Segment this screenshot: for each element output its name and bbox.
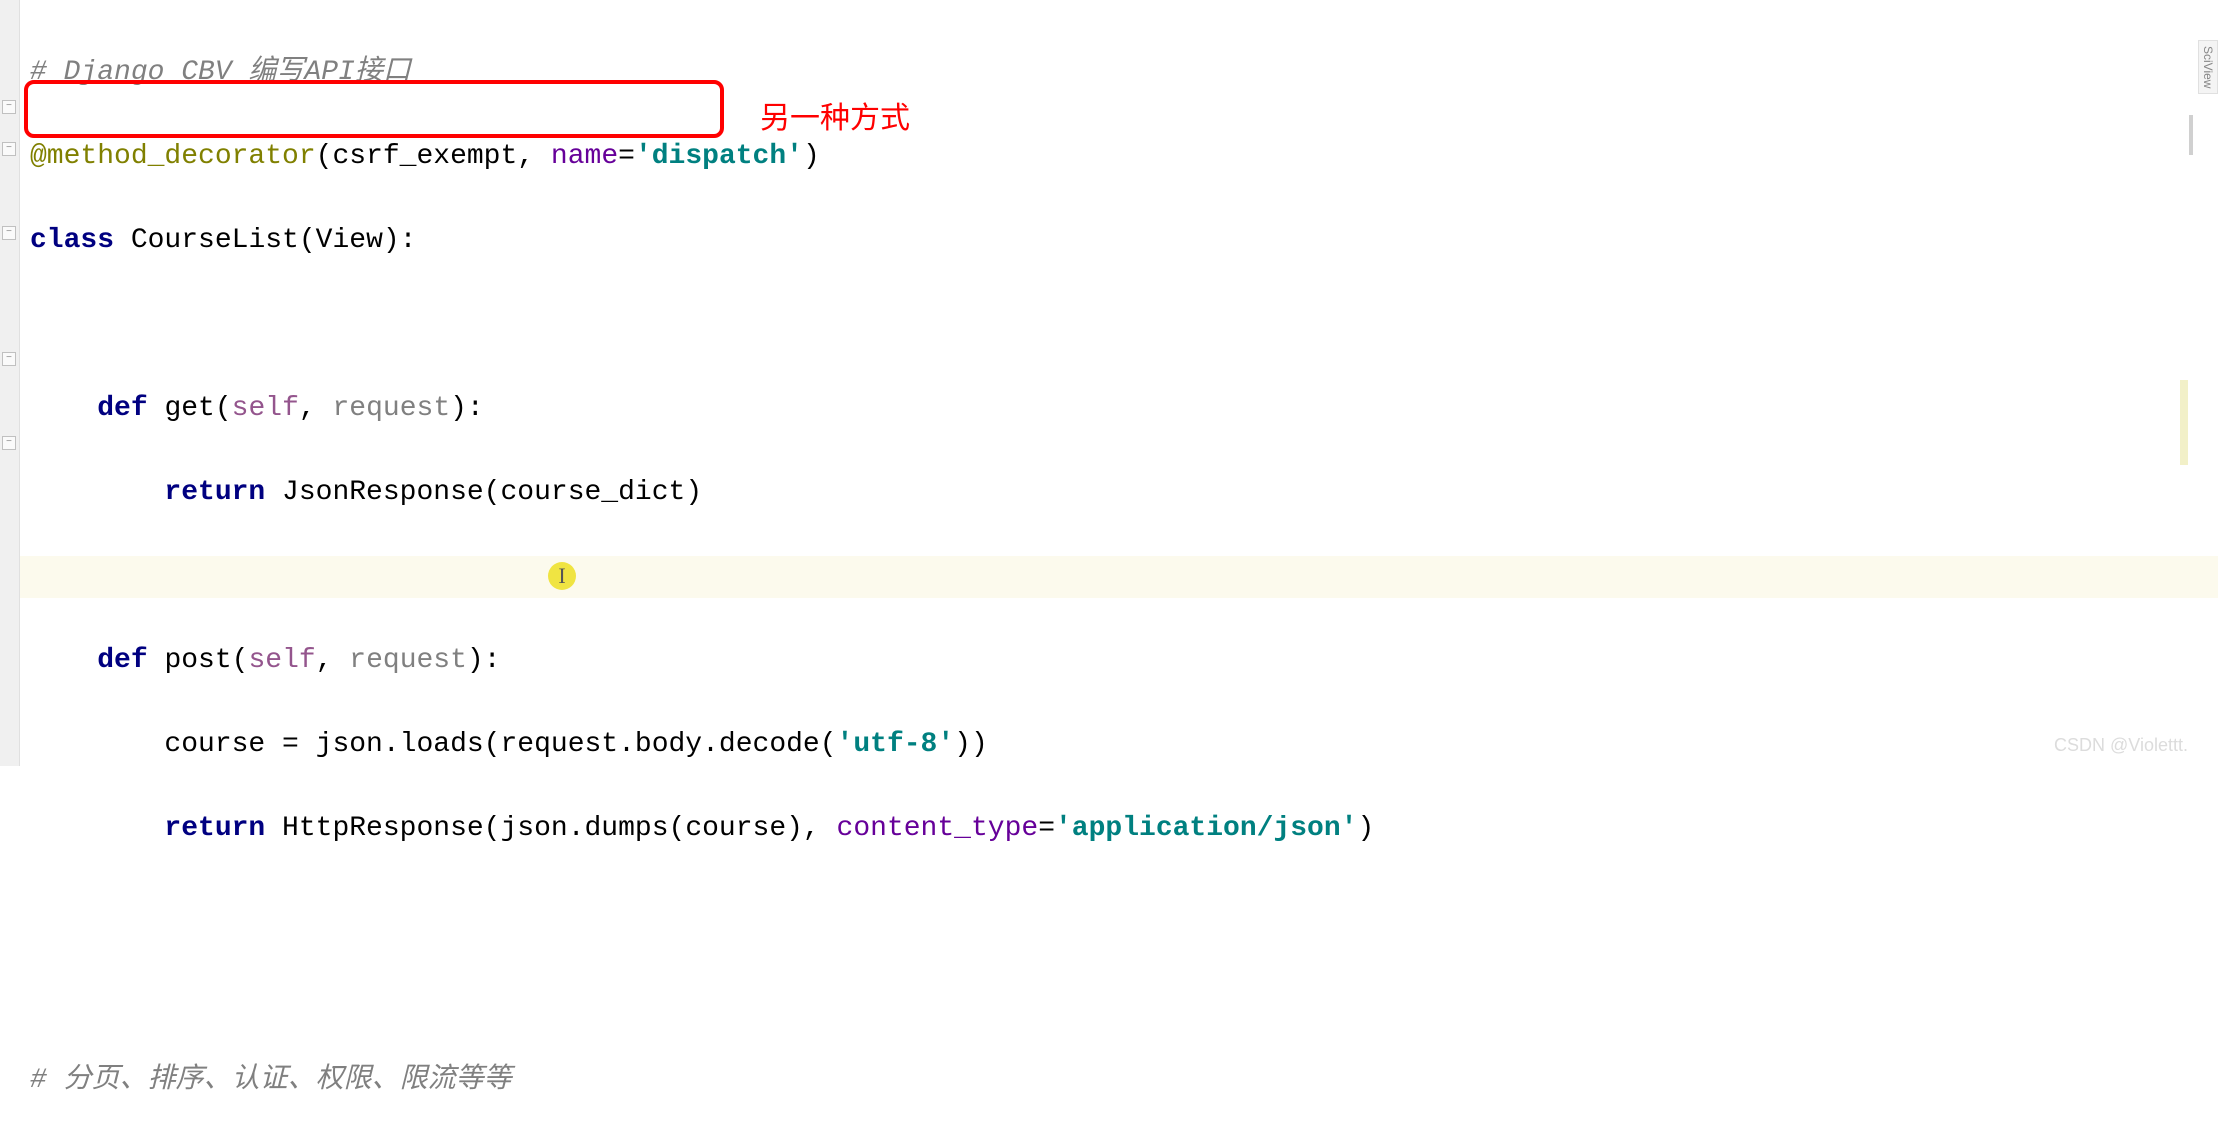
comment-text: # Django CBV 编写API接口 <box>30 57 411 88</box>
self-param: self <box>248 645 315 676</box>
def-keyword: def <box>97 645 164 676</box>
fold-marker-icon[interactable] <box>2 352 16 366</box>
fold-marker-icon[interactable] <box>2 436 16 450</box>
comment-text: # 分页、排序、认证、权限、限流等等 <box>30 1065 512 1096</box>
scrollbar-marker <box>2189 115 2193 155</box>
decorator-name: @method_decorator <box>30 141 316 172</box>
code-line: # 分页、排序、认证、权限、限流等等 <box>30 1060 1374 1102</box>
code-line: return HttpResponse(json.dumps(course), … <box>30 808 1374 850</box>
class-name: CourseList(View): <box>131 225 417 256</box>
fold-marker-icon[interactable] <box>2 100 16 114</box>
code-line: def post(self, request): <box>30 640 1374 682</box>
code-editor-content[interactable]: # Django CBV 编写API接口 @method_decorator(c… <box>30 10 1374 1144</box>
watermark-text: CSDN @Violettt. <box>2054 735 2188 756</box>
def-keyword: def <box>97 393 164 424</box>
return-keyword: return <box>164 813 282 844</box>
code-line-blank <box>30 892 1374 934</box>
code-line: return JsonResponse(course_dict) <box>30 472 1374 514</box>
code-line-blank <box>30 556 1374 598</box>
class-keyword: class <box>30 225 131 256</box>
return-expr: JsonResponse(course_dict) <box>282 477 702 508</box>
code-line-blank <box>30 304 1374 346</box>
code-line: # Django CBV 编写API接口 <box>30 52 1374 94</box>
change-marker <box>2180 380 2188 465</box>
self-param: self <box>232 393 299 424</box>
return-keyword: return <box>164 477 282 508</box>
editor-gutter <box>0 0 20 766</box>
text-cursor-icon: I <box>548 562 576 590</box>
code-line: course = json.loads(request.body.decode(… <box>30 724 1374 766</box>
annotation-text: 另一种方式 <box>760 93 910 137</box>
code-line: @method_decorator(csrf_exempt, name='dis… <box>30 136 1374 178</box>
fold-marker-icon[interactable] <box>2 142 16 156</box>
code-line-blank <box>30 976 1374 1018</box>
method-name: post <box>164 645 231 676</box>
sciview-tab[interactable]: SciView <box>2198 40 2218 94</box>
code-line: class CourseList(View): <box>30 220 1374 262</box>
method-name: get <box>164 393 214 424</box>
code-line: def get(self, request): <box>30 388 1374 430</box>
fold-marker-icon[interactable] <box>2 226 16 240</box>
